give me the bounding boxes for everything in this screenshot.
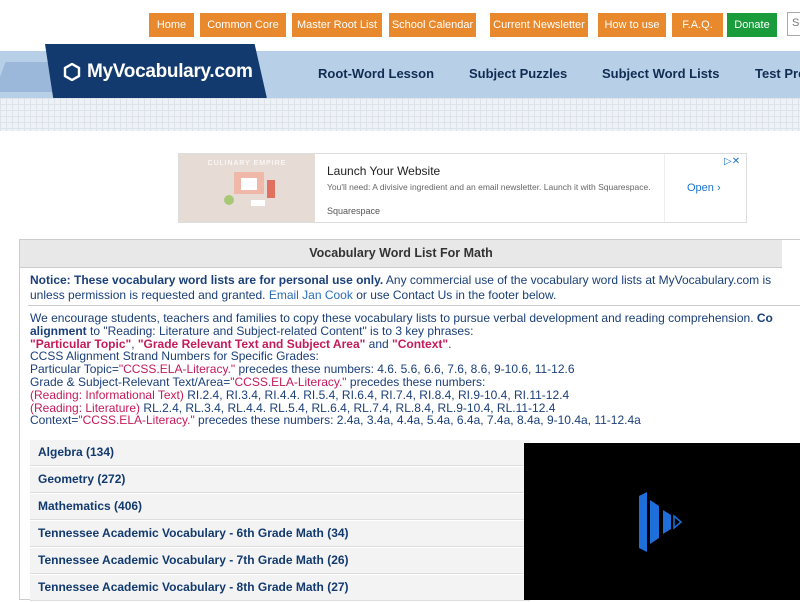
subject-item-tn-8th-grade[interactable]: Tennessee Academic Vocabulary - 8th Grad…: [30, 575, 530, 601]
play-logo-icon: [639, 492, 683, 552]
cat-test-prep-link[interactable]: Test Pre: [755, 66, 800, 81]
nav-current-newsletter-button[interactable]: Current Newsletter: [490, 13, 588, 37]
logo-text: MyVocabulary.com: [87, 61, 253, 82]
notice-bold: Notice: These vocabulary word lists are …: [30, 273, 384, 287]
grid-background: [0, 98, 800, 131]
encourage-bold: Co: [756, 311, 773, 325]
cat-root-word-lesson-link[interactable]: Root-Word Lesson: [318, 66, 434, 81]
email-jan-cook-link[interactable]: Email Jan Cook: [269, 288, 353, 302]
ad-title[interactable]: Launch Your Website: [327, 164, 440, 178]
ad-description: You'll need: A divisive ingredient and a…: [327, 182, 651, 192]
notice-text: Notice: These vocabulary word lists are …: [30, 273, 800, 303]
phrase-and: and: [365, 336, 393, 351]
nav-home-button[interactable]: Home: [149, 13, 194, 37]
ctx-code: "CCSS.ELA-Literacy.": [78, 413, 195, 428]
chevron-right-icon: ›: [716, 182, 721, 194]
phrase-context: "Context": [392, 336, 449, 351]
nav-how-to-use-button[interactable]: How to use: [598, 13, 666, 37]
notice-line2b: or use Contact Us in the footer below.: [352, 288, 557, 302]
ad-brand: Squarespace: [327, 206, 381, 216]
nav-donate-button[interactable]: Donate: [727, 13, 777, 37]
notice-rest: Any commercial use of the vocabulary wor…: [383, 273, 772, 287]
ad-image[interactable]: CULINARY EMPIRE: [179, 154, 315, 222]
subject-item-algebra[interactable]: Algebra (134): [30, 440, 530, 466]
ad-open-button[interactable]: Open ›: [687, 182, 721, 194]
cat-subject-puzzles-link[interactable]: Subject Puzzles: [469, 66, 567, 81]
video-player[interactable]: [524, 443, 800, 600]
subject-item-tn-7th-grade[interactable]: Tennessee Academic Vocabulary - 7th Grad…: [30, 548, 530, 574]
search-input[interactable]: Se: [787, 12, 800, 36]
site-logo[interactable]: MyVocabulary.com: [45, 44, 268, 103]
page-title: Vocabulary Word List For Math: [20, 240, 782, 268]
subject-list: Algebra (134) Geometry (272) Mathematics…: [30, 440, 530, 602]
nav-master-root-list-button[interactable]: Master Root List: [292, 13, 382, 37]
advertisement[interactable]: CULINARY EMPIRE Launch Your Website You'…: [178, 153, 747, 223]
ad-divider: [664, 154, 665, 222]
ad-choices-close-icon[interactable]: ▷✕: [724, 156, 740, 167]
divider: [28, 305, 800, 306]
nav-faq-button[interactable]: F.A.Q.: [672, 13, 723, 37]
cat-subject-word-lists-link[interactable]: Subject Word Lists: [602, 66, 720, 81]
subject-item-mathematics[interactable]: Mathematics (406): [30, 494, 530, 520]
subject-item-geometry[interactable]: Geometry (272): [30, 467, 530, 493]
nav-common-core-button[interactable]: Common Core: [200, 13, 286, 37]
nav-school-calendar-button[interactable]: School Calendar: [389, 13, 476, 37]
ad-open-label: Open: [687, 182, 714, 194]
ccss-alignment-block: We encourage students, teachers and fami…: [30, 312, 800, 427]
hexagon-icon: [63, 62, 81, 82]
ctx-numbers: precedes these numbers: 2.4a, 3.4a, 4.4a…: [194, 413, 641, 428]
subject-item-tn-6th-grade[interactable]: Tennessee Academic Vocabulary - 6th Grad…: [30, 521, 530, 547]
ctx-label: Context=: [30, 413, 79, 428]
notice-line2a: unless permission is requested and grant…: [30, 288, 269, 302]
